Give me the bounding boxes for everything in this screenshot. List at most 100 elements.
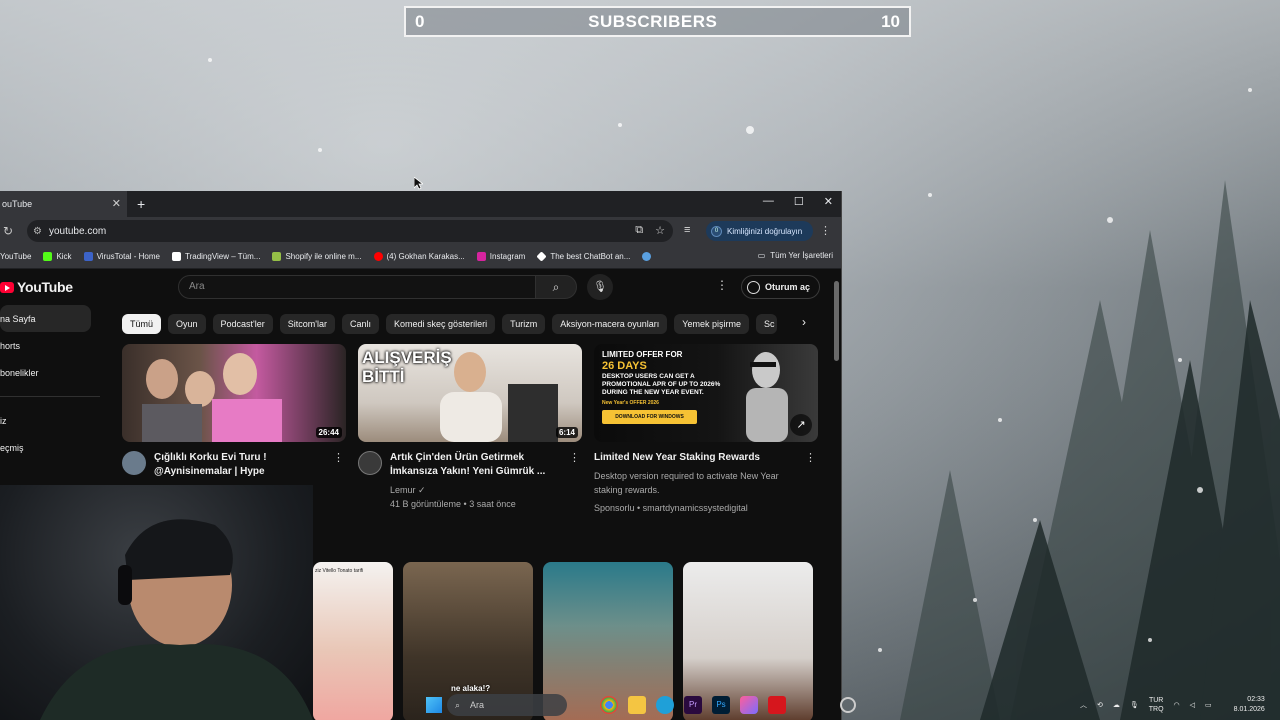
premiere-icon[interactable]: Pr [684, 696, 702, 714]
folder-icon: ▭ [757, 251, 766, 260]
app-icon[interactable] [768, 696, 786, 714]
clock-time: 02:33 [1247, 696, 1265, 703]
ad-thumbnail[interactable]: LIMITED OFFER FOR 26 DAYS DESKTOP USERS … [594, 344, 818, 442]
app-icon[interactable] [740, 696, 758, 714]
settings-menu-icon[interactable]: ⋮ [716, 278, 728, 292]
chip-live[interactable]: Canlı [342, 314, 380, 334]
youtube-logo[interactable]: YouTube [0, 279, 73, 295]
channel-name[interactable]: Lemur ✓ [390, 483, 570, 497]
tab-strip: ouTube ✕ + — ☐ ✕ [0, 191, 841, 217]
bookmark-tradingview[interactable]: TradingView – Tüm... [172, 252, 260, 261]
cloud-icon[interactable]: ☁ [1113, 701, 1120, 709]
bookmark-globe[interactable] [642, 252, 652, 261]
maximize-icon[interactable]: ☐ [794, 195, 804, 208]
microphone-icon[interactable]: 🎙 [1130, 701, 1139, 709]
close-window-icon[interactable]: ✕ [824, 195, 833, 208]
bookmark-youtube[interactable]: YouTube [0, 252, 31, 261]
site-info-icon[interactable]: ⚙ [33, 226, 42, 237]
counter-title: SUBSCRIBERS [588, 11, 718, 31]
channel-avatar[interactable] [358, 451, 382, 475]
chip-tourism[interactable]: Turizm [502, 314, 546, 334]
page-scrollbar[interactable] [834, 281, 839, 361]
bookmark-star-icon[interactable]: ☆ [655, 224, 665, 237]
search-button[interactable]: ⌕ [535, 275, 577, 299]
external-link-icon[interactable]: ↗ [790, 414, 812, 436]
search-input[interactable]: Ara [178, 275, 536, 299]
video-thumbnail[interactable]: ALIŞVERİŞ BİTTİ 6:14 [358, 344, 582, 442]
system-tray: ︿ ⟲ ☁ 🎙 TUR TRQ ◠ ◁ ▭ 02:33 8.01.2026 [1080, 695, 1265, 715]
sidebar-item-label: bonelikler [0, 367, 39, 378]
all-bookmarks[interactable]: ▭ Tüm Yer İşaretleri [758, 251, 833, 260]
kick-icon [43, 252, 53, 261]
sidebar-item-history[interactable]: eçmiş [0, 434, 100, 461]
sign-in-button[interactable]: Oturum aç [741, 275, 820, 299]
search-icon: ⌕ [455, 699, 461, 710]
sidebar-item-you[interactable]: iz [0, 407, 100, 434]
ad-statue-illustration [746, 352, 788, 442]
windows-start-icon[interactable] [426, 697, 442, 713]
bookmark-virustotal[interactable]: VirusTotal - Home [83, 252, 160, 261]
window-controls: — ☐ ✕ [763, 195, 833, 208]
sidebar-item-shorts[interactable]: horts [0, 332, 100, 359]
sidebar-item-subscriptions[interactable]: bonelikler [0, 359, 100, 386]
video-title[interactable]: Artık Çin'den Ürün Getirmek İmkansıza Ya… [390, 451, 570, 479]
video-options-icon[interactable]: ⋮ [333, 451, 344, 464]
bookmark-chatbot[interactable]: The best ChatBot an... [536, 251, 630, 262]
chip-cooking[interactable]: Yemek pişirme [674, 314, 749, 334]
tab-close-icon[interactable]: ✕ [112, 197, 121, 210]
chip-sketch-comedy[interactable]: Komedi skeç gösterileri [386, 314, 496, 334]
sync-icon[interactable]: ⟲ [1097, 701, 1103, 709]
chip-action-adventure[interactable]: Aksiyon-macera oyunları [552, 314, 668, 334]
new-tab-icon[interactable]: + [137, 196, 145, 212]
install-app-icon[interactable]: ⧉ [635, 224, 643, 237]
profile-badge-icon: 0 [711, 225, 722, 237]
reload-icon[interactable]: ↻ [0, 224, 20, 238]
ad-options-icon[interactable]: ⋮ [805, 451, 816, 464]
ad-title[interactable]: Limited New Year Staking Rewards [594, 451, 794, 465]
battery-icon[interactable]: ▭ [1205, 701, 1212, 709]
category-chips: Tümü Oyun Podcast'ler Sitcom'lar Canlı K… [122, 314, 777, 334]
search-icon: ⌕ [552, 280, 560, 294]
address-bar[interactable]: ⚙ youtube.com ⧉ ☆ [27, 220, 673, 242]
input-language[interactable]: TUR TRQ [1149, 696, 1164, 714]
bookmark-kick[interactable]: Kick [43, 252, 72, 261]
photoshop-icon[interactable]: Ps [712, 696, 730, 714]
chevron-right-icon[interactable]: › [802, 315, 806, 329]
bookmark-label: VirusTotal - Home [96, 252, 160, 261]
video-options-icon[interactable]: ⋮ [569, 451, 580, 464]
notification-app-icon[interactable] [840, 697, 856, 713]
bookmark-shopify[interactable]: Shopify ile online m... [272, 252, 362, 261]
reading-list-icon[interactable]: ≡ [684, 224, 690, 236]
chip-gaming[interactable]: Oyun [168, 314, 206, 334]
counter-goal-value: 10 [881, 11, 900, 31]
taskbar-search[interactable]: ⌕ Ara [447, 694, 567, 716]
edge-icon[interactable] [656, 696, 674, 714]
video-card[interactable]: ALIŞVERİŞ BİTTİ 6:14 Artık Çin'den Ürün … [358, 344, 582, 515]
video-thumbnail[interactable]: 26:44 [122, 344, 346, 442]
tab-youtube[interactable]: ouTube ✕ [0, 191, 127, 217]
chip-sitcoms[interactable]: Sitcom'lar [279, 314, 336, 334]
bookmark-instagram[interactable]: Instagram [476, 252, 525, 261]
wifi-icon[interactable]: ◠ [1174, 701, 1180, 709]
chip-podcasts[interactable]: Podcast'ler [212, 314, 273, 334]
minimize-icon[interactable]: — [763, 195, 774, 208]
all-bookmarks-label: Tüm Yer İşaretleri [770, 251, 833, 260]
clock[interactable]: 02:33 8.01.2026 [1234, 695, 1265, 715]
chevron-up-icon[interactable]: ︿ [1080, 700, 1087, 710]
thumbnail-person-illustration [440, 352, 558, 442]
chrome-icon[interactable] [600, 696, 618, 714]
channel-avatar[interactable] [122, 451, 146, 475]
shopify-icon [272, 252, 282, 261]
explorer-icon[interactable] [628, 696, 646, 714]
ad-card[interactable]: LIMITED OFFER FOR 26 DAYS DESKTOP USERS … [594, 344, 818, 515]
sidebar-item-home[interactable]: na Sayfa [0, 305, 91, 332]
bookmark-gokhan[interactable]: (4) Gokhan Karakas... [373, 252, 465, 261]
voice-search-button[interactable]: 🎙 [587, 274, 613, 300]
chip-more[interactable]: Sc [756, 314, 777, 334]
browser-menu-icon[interactable]: ⋮ [820, 224, 831, 237]
verify-identity-button[interactable]: 0 Kimliğinizi doğrulayın [706, 221, 813, 241]
volume-icon[interactable]: ◁ [1190, 701, 1195, 709]
chip-all[interactable]: Tümü [122, 314, 162, 334]
language-code: TUR [1148, 697, 1164, 704]
video-title[interactable]: Çığlıklı Korku Evi Turu ! @Aynisinemalar… [154, 451, 334, 479]
